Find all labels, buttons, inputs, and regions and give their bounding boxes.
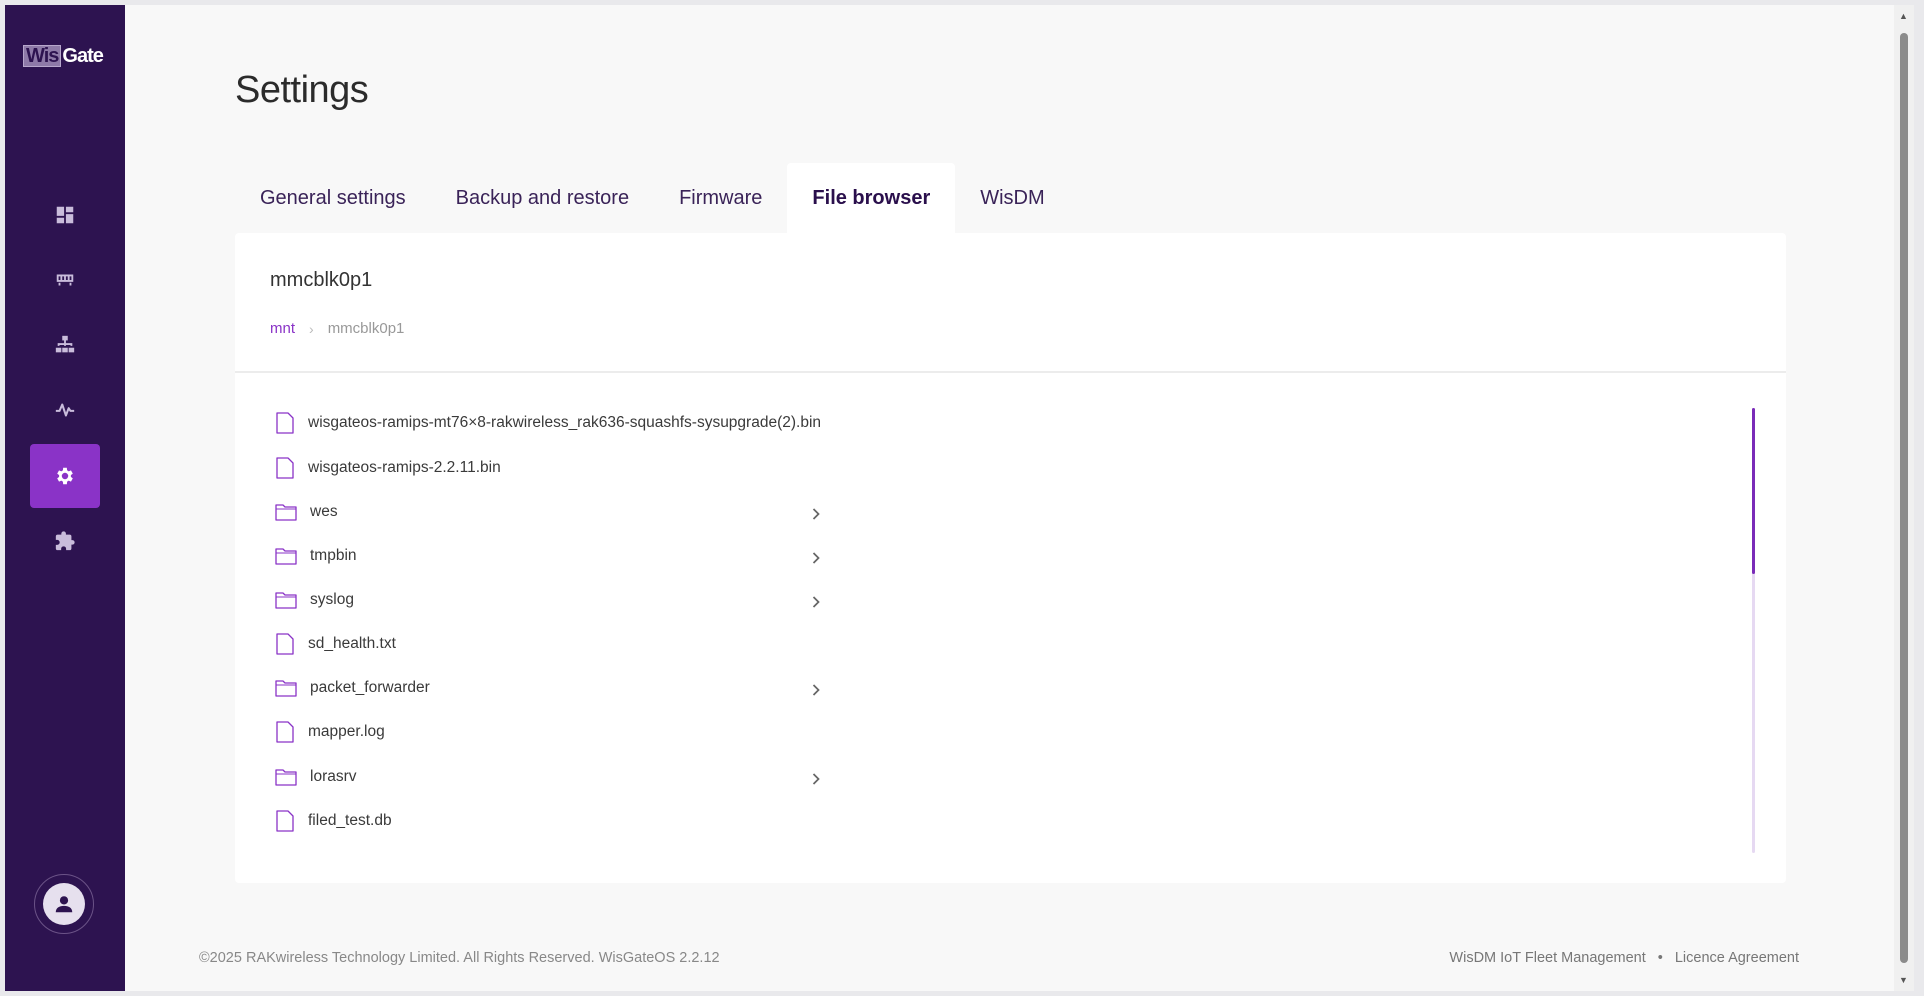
file-entry[interactable]: sd_health.txt bbox=[275, 624, 875, 664]
activity-icon bbox=[55, 403, 75, 417]
logo-wis: Wis bbox=[23, 45, 62, 67]
folder-entry[interactable]: lorasrv bbox=[275, 757, 875, 797]
folder-icon bbox=[275, 592, 297, 609]
folder-name: wes bbox=[310, 503, 338, 520]
chevron-right-icon bbox=[812, 773, 820, 785]
file-entry[interactable]: wisgateos-ramips-2.2.11.bin bbox=[275, 448, 875, 488]
breadcrumb-current: mmcblk0p1 bbox=[327, 320, 405, 337]
window-scrollbar[interactable]: ▲ ▼ bbox=[1894, 5, 1914, 991]
sidebar-item-extensions[interactable] bbox=[30, 509, 100, 573]
folder-name: lorasrv bbox=[310, 768, 357, 785]
chevron-right-icon bbox=[812, 596, 820, 608]
chevron-right-icon bbox=[812, 552, 820, 564]
sidebar-item-activity[interactable] bbox=[30, 378, 100, 442]
file-browser-panel: mmcblk0p1 mnt › mmcblk0p1 wisgateos-rami… bbox=[235, 233, 1786, 883]
tab-file-browser[interactable]: File browser bbox=[787, 163, 956, 233]
scroll-down-icon[interactable]: ▼ bbox=[1899, 975, 1908, 985]
file-entry[interactable]: filed_test.db bbox=[275, 801, 875, 841]
avatar-circle bbox=[43, 883, 85, 925]
folder-icon bbox=[275, 680, 297, 697]
chevron-right-icon bbox=[812, 508, 820, 520]
folder-name: tmpbin bbox=[310, 547, 357, 564]
folder-name: packet_forwarder bbox=[310, 679, 430, 696]
tab-firmware[interactable]: Firmware bbox=[654, 163, 787, 233]
file-entry[interactable]: wisgateos-ramips-mt76×8-rakwireless_rak6… bbox=[275, 403, 875, 443]
folder-icon bbox=[275, 769, 297, 786]
file-name: mapper.log bbox=[308, 723, 385, 740]
footer-copyright: ©2025 RAKwireless Technology Limited. Al… bbox=[199, 950, 720, 966]
licence-agreement-link[interactable]: Licence Agreement bbox=[1675, 950, 1799, 966]
breadcrumb: mnt › mmcblk0p1 bbox=[270, 320, 404, 337]
sidebar-item-dashboard[interactable] bbox=[30, 183, 100, 247]
folder-title: mmcblk0p1 bbox=[270, 269, 373, 291]
footer-links: WisDM IoT Fleet Management • Licence Agr… bbox=[1449, 950, 1799, 966]
app-window: Wis Gate Settings General settings Backu… bbox=[5, 5, 1899, 991]
user-icon bbox=[55, 896, 73, 913]
file-name: sd_health.txt bbox=[308, 635, 396, 652]
page-title: Settings bbox=[235, 69, 369, 111]
wisdm-link[interactable]: WisDM IoT Fleet Management bbox=[1449, 950, 1645, 966]
sidebar-item-gateway[interactable] bbox=[30, 248, 100, 312]
chevron-right-icon: › bbox=[309, 320, 314, 337]
folder-icon bbox=[275, 548, 297, 565]
tab-wisdm[interactable]: WisDM bbox=[955, 163, 1069, 233]
network-icon bbox=[55, 335, 75, 353]
puzzle-icon bbox=[55, 531, 75, 551]
sidebar-item-settings[interactable] bbox=[30, 444, 100, 508]
file-icon bbox=[276, 721, 294, 743]
file-icon bbox=[276, 633, 294, 655]
user-avatar[interactable] bbox=[34, 874, 94, 934]
logo-gate: Gate bbox=[62, 44, 103, 67]
dashboard-icon bbox=[56, 206, 74, 224]
sidebar: Wis Gate bbox=[5, 5, 125, 991]
breadcrumb-mnt[interactable]: mnt bbox=[270, 320, 295, 337]
wisgate-logo[interactable]: Wis Gate bbox=[23, 44, 104, 68]
file-icon bbox=[276, 457, 294, 479]
file-icon bbox=[276, 810, 294, 832]
footer-separator: • bbox=[1657, 950, 1663, 966]
file-name: wisgateos-ramips-2.2.11.bin bbox=[308, 459, 501, 476]
tab-general-settings[interactable]: General settings bbox=[235, 163, 431, 233]
file-list-scrollbar-thumb[interactable] bbox=[1752, 408, 1755, 574]
gear-icon bbox=[57, 467, 73, 485]
file-name: wisgateos-ramips-mt76×8-rakwireless_rak6… bbox=[308, 414, 822, 431]
folder-entry[interactable]: wes bbox=[275, 492, 875, 532]
sidebar-item-network[interactable] bbox=[30, 313, 100, 377]
folder-name: syslog bbox=[310, 591, 354, 608]
folder-entry[interactable]: packet_forwarder bbox=[275, 668, 875, 708]
gateway-icon bbox=[56, 274, 74, 286]
window-scrollbar-thumb[interactable] bbox=[1900, 33, 1908, 963]
file-name: filed_test.db bbox=[308, 812, 392, 829]
folder-entry[interactable]: tmpbin bbox=[275, 536, 875, 576]
folder-entry[interactable]: syslog bbox=[275, 580, 875, 620]
panel-header: mmcblk0p1 mnt › mmcblk0p1 bbox=[235, 233, 1786, 373]
chevron-right-icon bbox=[812, 684, 820, 696]
file-entry[interactable]: mapper.log bbox=[275, 712, 875, 752]
settings-tabs: General settings Backup and restore Firm… bbox=[235, 163, 1070, 233]
scroll-up-icon[interactable]: ▲ bbox=[1899, 11, 1908, 21]
folder-icon bbox=[275, 504, 297, 521]
file-icon bbox=[276, 412, 294, 434]
tab-backup-restore[interactable]: Backup and restore bbox=[431, 163, 654, 233]
